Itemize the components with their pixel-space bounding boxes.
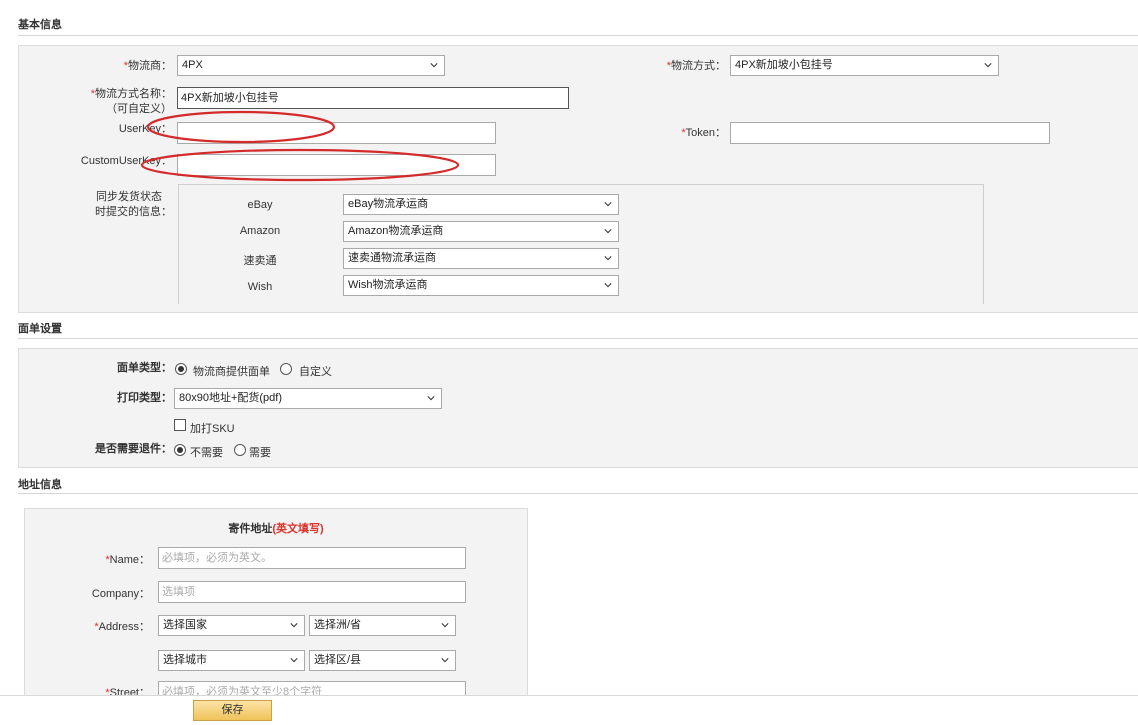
sender-address-title: 寄件地址(英文填写) <box>228 523 324 535</box>
footer-bar <box>0 695 1138 725</box>
state-select[interactable]: 选择洲/省 <box>309 615 456 636</box>
add-sku-label: 加打SKU <box>190 423 235 435</box>
section-divider <box>18 35 1138 36</box>
section-title-address: 地址信息 <box>18 479 62 491</box>
section-title-basic: 基本信息 <box>18 19 62 31</box>
company-label: Company： <box>91 588 150 600</box>
method-name-label: *物流方式名称： <box>90 88 172 100</box>
section-divider <box>18 493 1138 494</box>
customuserkey-input[interactable] <box>177 154 496 176</box>
platform-name-ebay: eBay <box>247 199 273 211</box>
section-title-label-settings: 面单设置 <box>18 323 62 335</box>
platform-select-ebay[interactable]: eBay物流承运商 <box>343 194 619 215</box>
city-select[interactable]: 选择城市 <box>158 650 305 671</box>
chevron-down-icon <box>430 63 438 68</box>
platform-select-aliexpress[interactable]: 速卖通物流承运商 <box>343 248 619 269</box>
platform-name-aliexpress: 速卖通 <box>243 255 277 267</box>
token-label: *Token： <box>681 127 726 139</box>
chevron-down-icon <box>604 202 612 207</box>
userkey-input[interactable] <box>177 122 496 144</box>
carrier-label: *物流商： <box>123 60 172 72</box>
district-select[interactable]: 选择区/县 <box>309 650 456 671</box>
chevron-down-icon <box>604 256 612 261</box>
section-divider <box>18 338 1138 339</box>
address-label: *Address： <box>94 621 150 633</box>
return-radio-yes[interactable] <box>234 444 246 456</box>
method-label: *物流方式： <box>666 60 726 72</box>
chevron-down-icon <box>290 623 298 628</box>
chevron-down-icon <box>604 229 612 234</box>
name-input[interactable]: 必填项，必须为英文。 <box>158 547 466 569</box>
label-type-option-carrier: 物流商提供面单 <box>193 366 270 378</box>
company-input[interactable]: 选填项 <box>158 581 466 603</box>
print-type-select[interactable]: 80x90地址+配货(pdf) <box>174 388 442 409</box>
return-radio-no[interactable] <box>174 444 186 456</box>
country-select[interactable]: 选择国家 <box>158 615 305 636</box>
chevron-down-icon <box>427 396 435 401</box>
return-label: 是否需要退件： <box>95 443 172 455</box>
label-type-option-custom: 自定义 <box>299 366 332 378</box>
label-type-radio-carrier[interactable] <box>175 363 187 375</box>
chevron-down-icon <box>441 658 449 663</box>
method-name-input[interactable]: 4PX新加坡小包挂号 <box>177 87 569 109</box>
return-option-no: 不需要 <box>190 447 223 459</box>
name-label: *Name： <box>105 554 150 566</box>
sender-address-panel <box>24 508 528 708</box>
platform-name-amazon: Amazon <box>239 225 281 237</box>
chevron-down-icon <box>441 623 449 628</box>
sync-label-line2: 时提交的信息： <box>95 206 172 218</box>
customuserkey-label: CustomUserKey： <box>80 155 172 167</box>
userkey-label: UserKey： <box>118 123 172 135</box>
platform-select-amazon[interactable]: Amazon物流承运商 <box>343 221 619 242</box>
add-sku-checkbox[interactable] <box>174 419 186 431</box>
chevron-down-icon <box>290 658 298 663</box>
sync-label-line1: 同步发货状态 <box>96 191 162 203</box>
platform-name-wish: Wish <box>247 281 273 293</box>
carrier-select[interactable]: 4PX <box>177 55 445 76</box>
chevron-down-icon <box>604 283 612 288</box>
method-select[interactable]: 4PX新加坡小包挂号 <box>730 55 999 76</box>
label-type-label: 面单类型： <box>117 362 172 374</box>
platform-select-wish[interactable]: Wish物流承运商 <box>343 275 619 296</box>
return-option-yes: 需要 <box>249 447 271 459</box>
save-button[interactable]: 保存 <box>193 700 272 721</box>
method-name-sublabel: （可自定义） <box>106 103 172 115</box>
print-type-label: 打印类型： <box>117 392 172 404</box>
chevron-down-icon <box>984 63 992 68</box>
token-input[interactable] <box>730 122 1050 144</box>
label-type-radio-custom[interactable] <box>280 363 292 375</box>
